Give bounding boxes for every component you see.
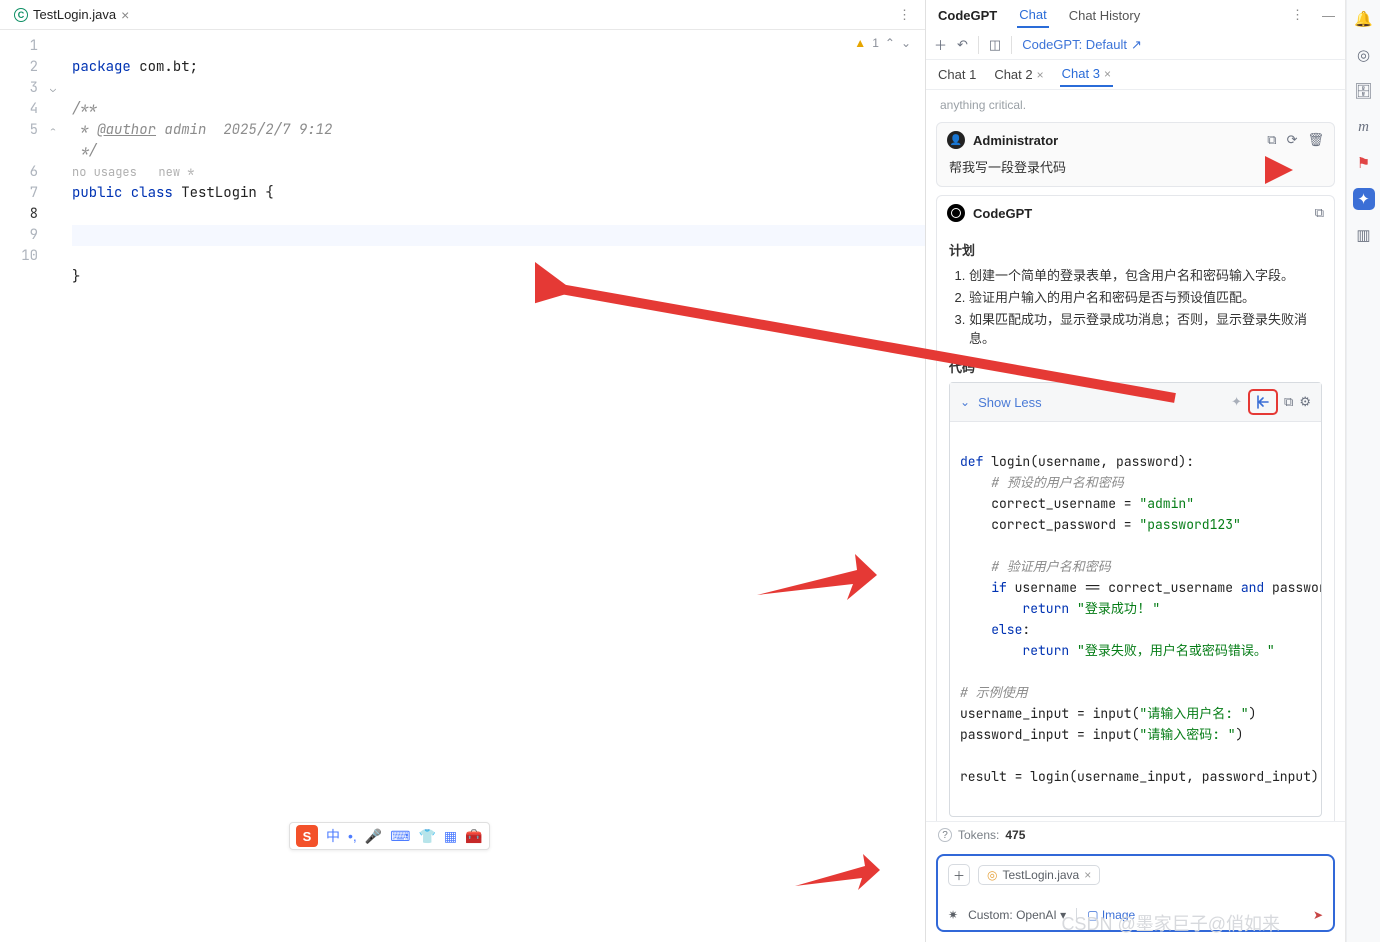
assistant-message: CodeGPT ⧉ 计划 创建一个简单的登录表单，包含用户名和密码输入字段。 验…	[936, 195, 1335, 821]
tokens-label: Tokens:	[958, 828, 999, 842]
maven-icon[interactable]: m	[1353, 116, 1375, 138]
plan-item: 验证用户输入的用户名和密码是否与预设值匹配。	[969, 287, 1322, 306]
remove-chip-icon[interactable]: ×	[1084, 868, 1091, 882]
chat-more-icon[interactable]: ⋮	[1291, 7, 1304, 23]
collapse-icon[interactable]: ⌄	[960, 395, 970, 409]
sub-tab-chat2[interactable]: Chat 2×	[992, 63, 1045, 86]
close-tab-icon[interactable]: ×	[121, 7, 129, 23]
attach-button[interactable]: ＋	[948, 864, 970, 886]
ai-assist-icon[interactable]: ◎	[1353, 44, 1375, 66]
code-heading: 代码	[949, 357, 1322, 376]
tokens-row: ? Tokens: 475	[926, 821, 1345, 848]
layout-icon[interactable]: ◫	[989, 37, 1001, 53]
ai-sparkle-icon[interactable]: ✦	[1231, 394, 1242, 410]
undo-icon[interactable]: ↶	[957, 37, 968, 53]
editor-more-icon[interactable]: ⋮	[892, 7, 919, 23]
close-icon[interactable]: ×	[1104, 67, 1111, 81]
chat-messages[interactable]: anything critical. 👤 Administrator ⧉ ⟳ 🗑…	[926, 90, 1345, 821]
tab-chat[interactable]: Chat	[1017, 3, 1048, 28]
gear-icon[interactable]: ⚙	[1299, 394, 1311, 410]
layout-icon[interactable]: ▥	[1353, 224, 1375, 246]
ime-punct-icon[interactable]: •,	[348, 828, 357, 844]
chat-minimize-icon[interactable]: —	[1322, 8, 1335, 23]
right-tool-strip: 🔔 ◎ 🗄 m ⚑ ✦ ▥	[1346, 0, 1380, 942]
user-avatar-icon: 👤	[947, 131, 965, 149]
code-block: ⌄ Show Less ✦ ⧉	[949, 382, 1322, 817]
chat-sub-tabs: Chat 1 Chat 2× Chat 3×	[926, 60, 1345, 90]
plan-list: 创建一个简单的登录表单，包含用户名和密码输入字段。 验证用户输入的用户名和密码是…	[949, 265, 1322, 347]
chat-pane: CodeGPT Chat Chat History ⋮ — ＋ ↶ ◫ Code…	[926, 0, 1346, 942]
delete-icon[interactable]: 🗑	[1307, 132, 1324, 148]
user-name: Administrator	[973, 133, 1259, 148]
context-chip-file[interactable]: ◎ TestLogin.java ×	[978, 865, 1100, 885]
openai-logo-icon	[947, 204, 965, 222]
plan-item: 创建一个简单的登录表单，包含用户名和密码输入字段。	[969, 265, 1322, 284]
sogou-logo-icon: S	[296, 825, 318, 847]
openai-mini-icon: ✷	[948, 908, 958, 922]
insert-left-icon[interactable]	[1255, 394, 1271, 410]
bell-icon[interactable]: 🔔	[1353, 8, 1375, 30]
user-message: 👤 Administrator ⧉ ⟳ 🗑 帮我写一段登录代码	[936, 122, 1335, 187]
editor-body[interactable]: 12345 678910 ⌄ ⌃ package com.bt; /** * @…	[0, 30, 925, 942]
ime-toolbar[interactable]: S 中 •, 🎤 ⌨ 👕 ▦ 🧰	[289, 822, 490, 850]
show-less-button[interactable]: Show Less	[978, 395, 1223, 410]
code-area[interactable]: package com.bt; /** * @author admin 2025…	[68, 30, 925, 942]
sub-tab-chat3[interactable]: Chat 3×	[1060, 62, 1113, 87]
bookmark-icon[interactable]: ⚑	[1353, 152, 1375, 174]
java-class-icon: C	[14, 8, 28, 22]
ime-toolbox-icon[interactable]: 🧰	[465, 828, 482, 845]
editor-pane: C TestLogin.java × ⋮ ▲ 1 ⌃ ⌄ 12345 67891…	[0, 0, 926, 942]
reload-icon[interactable]: ⟳	[1287, 132, 1298, 148]
copy-icon[interactable]: ⧉	[1267, 132, 1276, 148]
ime-grid-icon[interactable]: ▦	[444, 828, 457, 845]
close-icon[interactable]: ×	[1037, 68, 1044, 82]
code-line: /**	[72, 100, 97, 118]
chat-toolbar: ＋ ↶ ◫ CodeGPT: Default↗	[926, 30, 1345, 60]
tab-codegpt[interactable]: CodeGPT	[936, 4, 999, 27]
service-selector[interactable]: CodeGPT: Default↗	[1022, 37, 1142, 53]
help-icon[interactable]: ?	[938, 828, 952, 842]
user-prompt: 帮我写一段登录代码	[937, 157, 1334, 186]
chat-top-tabs: CodeGPT Chat Chat History ⋮ —	[926, 0, 1345, 30]
java-file-icon: ◎	[987, 868, 997, 882]
prev-message-tail: anything critical.	[936, 98, 1335, 122]
insert-left-highlight	[1248, 389, 1278, 415]
chat-input[interactable]: ＋ ◎ TestLogin.java × ✷ Custom: OpenAI ▾ …	[936, 854, 1335, 932]
fold-column: ⌄ ⌃	[50, 30, 68, 942]
model-selector[interactable]: Custom: OpenAI ▾	[968, 908, 1066, 922]
database-icon[interactable]: 🗄	[1353, 80, 1375, 102]
plan-heading: 计划	[949, 240, 1322, 259]
ime-lang[interactable]: 中	[326, 826, 340, 846]
ime-mic-icon[interactable]: 🎤	[365, 828, 382, 845]
ime-keyboard-icon[interactable]: ⌨	[390, 828, 410, 845]
image-button[interactable]: ▢ Image	[1087, 908, 1135, 922]
file-tab-testlogin[interactable]: C TestLogin.java ×	[6, 3, 137, 27]
external-link-icon: ↗	[1131, 37, 1142, 53]
ime-skin-icon[interactable]: 👕	[418, 828, 435, 845]
codegpt-toolwindow-icon[interactable]: ✦	[1353, 188, 1375, 210]
file-tab-label: TestLogin.java	[33, 7, 116, 22]
assistant-name: CodeGPT	[973, 206, 1307, 221]
editor-tab-bar: C TestLogin.java × ⋮	[0, 0, 925, 30]
copy-code-icon[interactable]: ⧉	[1284, 394, 1293, 410]
line-gutter: 12345 678910	[0, 30, 50, 942]
tab-history[interactable]: Chat History	[1067, 4, 1143, 27]
new-chat-icon[interactable]: ＋	[934, 35, 947, 54]
tokens-value: 475	[1005, 828, 1025, 842]
code-content[interactable]: def login(username, password): # 预设的用户名和…	[950, 422, 1321, 816]
sub-tab-chat1[interactable]: Chat 1	[936, 63, 978, 86]
plan-item: 如果匹配成功，显示登录成功消息；否则，显示登录失败消息。	[969, 309, 1322, 347]
copy-icon[interactable]: ⧉	[1315, 205, 1324, 221]
send-icon[interactable]: ➤	[1313, 908, 1323, 922]
